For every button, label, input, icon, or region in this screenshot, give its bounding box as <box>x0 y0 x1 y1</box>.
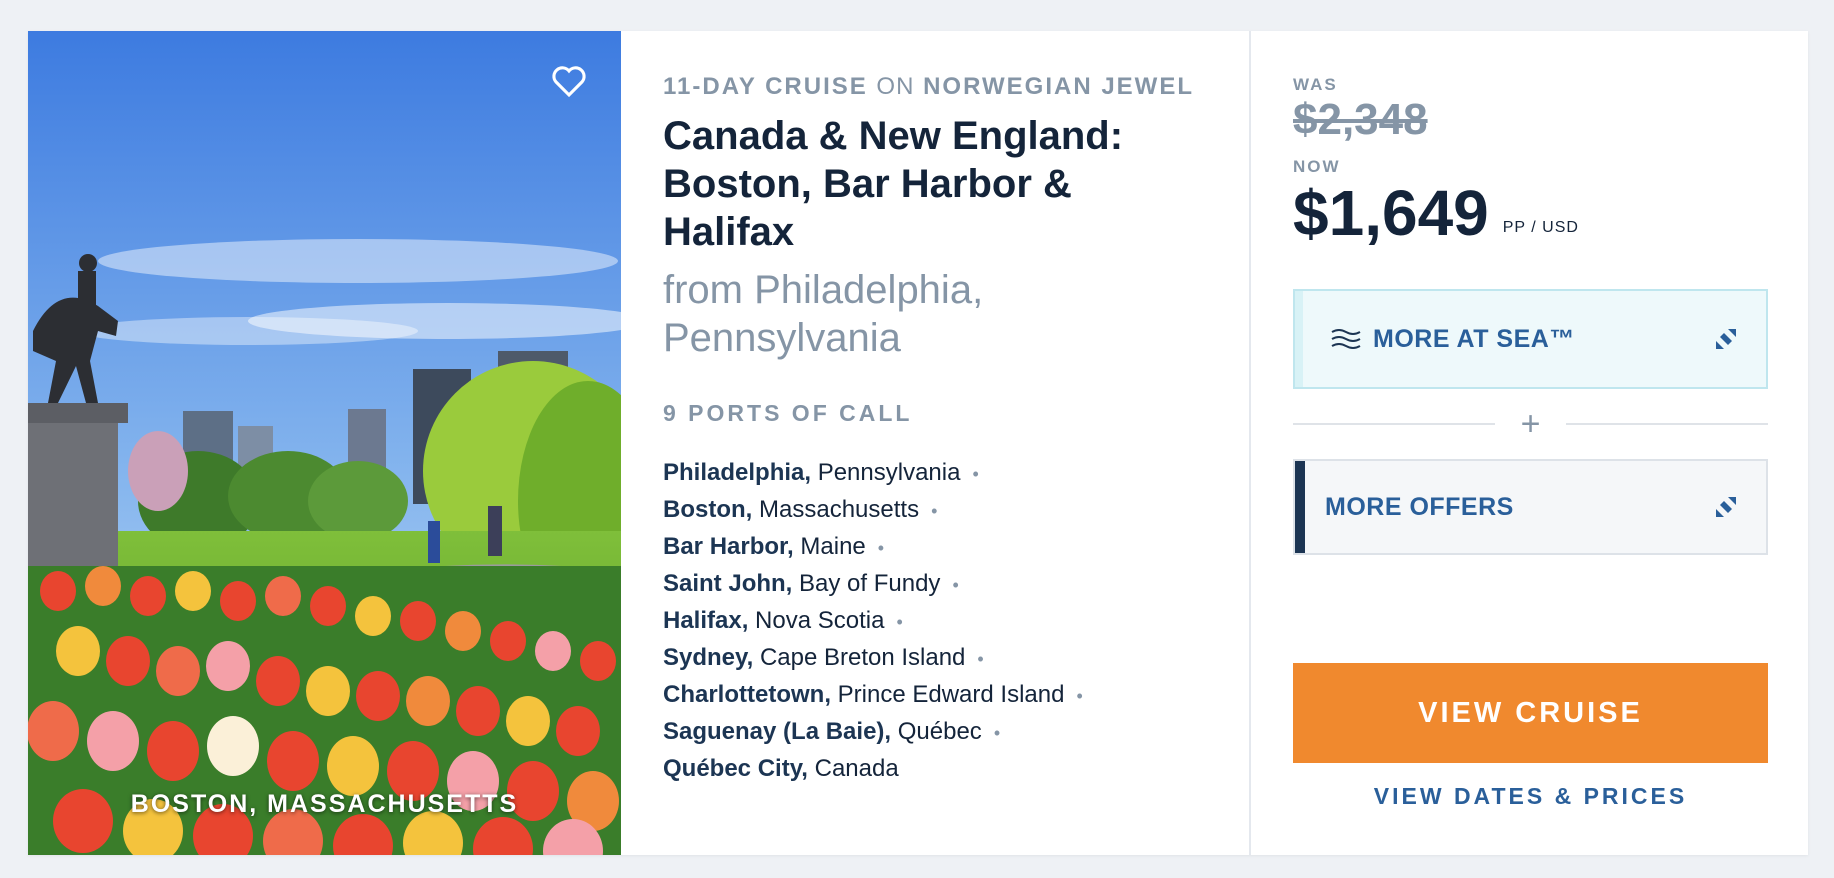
now-label: NOW <box>1293 157 1341 176</box>
cruise-card: BOSTON, MASSACHUSETTS 11-DAY CRUISE ON N… <box>28 31 1808 855</box>
port-separator: • <box>931 501 938 521</box>
cruise-eyebrow: 11-DAY CRUISE ON NORWEGIAN JEWEL <box>663 71 1249 103</box>
port-item: Bar Harbor, Maine • <box>663 529 1249 566</box>
port-city: Saguenay (La Baie), <box>663 718 892 745</box>
price-unit: PP / USD <box>1502 219 1579 236</box>
port-region: Nova Scotia <box>755 607 885 634</box>
port-separator: • <box>877 538 885 558</box>
expand-icon[interactable] <box>1716 329 1736 349</box>
more-at-sea-offer[interactable]: MORE AT SEA™ <box>1293 289 1768 389</box>
port-city: Philadelphia, <box>663 459 812 486</box>
port-city: Halifax, <box>663 607 749 634</box>
port-region: Cape Breton Island <box>759 644 966 671</box>
port-city: Boston, <box>663 496 753 523</box>
offers-divider: + <box>1293 405 1769 443</box>
view-cruise-button[interactable]: VIEW CRUISE <box>1293 663 1768 763</box>
port-item: Philadelphia, Pennsylvania • <box>663 455 1249 492</box>
port-separator: • <box>896 612 903 632</box>
expand-icon[interactable] <box>1716 497 1736 517</box>
ship-name: NORWEGIAN JEWEL <box>923 73 1194 100</box>
port-item: Halifax, Nova Scotia • <box>663 603 1249 640</box>
port-separator: • <box>1076 686 1083 706</box>
port-region: Prince Edward Island <box>837 681 1065 708</box>
port-item: Charlottetown, Prince Edward Island • <box>663 677 1249 714</box>
port-separator: • <box>993 723 1001 743</box>
port-region: Pennsylvania <box>817 459 961 486</box>
departure-port: from Philadelphia, Pennsylvania <box>663 268 984 360</box>
port-region: Maine <box>800 533 866 560</box>
port-separator: • <box>952 575 959 595</box>
offer-accent <box>1295 461 1305 553</box>
divider-line <box>1293 423 1495 425</box>
now-price: $1,649 <box>1293 177 1489 249</box>
port-city: Sydney, <box>663 644 754 671</box>
waves-icon <box>1331 329 1361 349</box>
destination-photo[interactable]: BOSTON, MASSACHUSETTS <box>28 31 621 855</box>
ship-connector: ON <box>876 73 915 100</box>
port-item: Boston, Massachusetts • <box>663 492 1249 529</box>
port-city: Québec City, <box>663 755 808 782</box>
pricing-panel: WAS $2,348 NOW $1,649 PP / USD MORE AT S… <box>1251 31 1808 855</box>
port-region: Canada <box>814 755 899 782</box>
cruise-duration: 11-DAY CRUISE <box>663 73 868 100</box>
view-dates-prices-link[interactable]: VIEW DATES & PRICES <box>1293 783 1768 810</box>
port-city: Saint John, <box>663 570 793 597</box>
port-region: Massachusetts <box>759 496 920 523</box>
more-offers-label: MORE OFFERS <box>1325 492 1514 521</box>
port-region: Bay of Fundy <box>799 570 941 597</box>
port-item: Sydney, Cape Breton Island • <box>663 640 1249 677</box>
ports-heading: 9 PORTS OF CALL <box>663 400 913 426</box>
was-label: WAS <box>1293 75 1338 94</box>
plus-icon: + <box>1520 405 1541 443</box>
boston-garden-image <box>28 31 621 855</box>
port-city: Charlottetown, <box>663 681 831 708</box>
photo-caption: BOSTON, MASSACHUSETTS <box>130 790 519 818</box>
port-item: Saguenay (La Baie), Québec • <box>663 714 1249 751</box>
divider-line <box>1566 423 1769 425</box>
port-separator: • <box>972 464 979 484</box>
port-region: Québec <box>897 718 982 745</box>
port-item: Québec City, Canada <box>663 751 1249 788</box>
ports-list: Philadelphia, Pennsylvania • Boston, Mass… <box>663 455 1249 788</box>
port-item: Saint John, Bay of Fundy • <box>663 566 1249 603</box>
port-separator: • <box>977 649 984 669</box>
was-price: $2,348 <box>1293 95 1428 144</box>
more-offers[interactable]: MORE OFFERS <box>1293 459 1768 555</box>
more-at-sea-label: MORE AT SEA™ <box>1373 324 1575 353</box>
port-city: Bar Harbor, <box>663 533 794 560</box>
offer-accent <box>1295 291 1303 387</box>
now-price-row: $1,649 PP / USD <box>1293 181 1768 245</box>
cruise-info: 11-DAY CRUISE ON NORWEGIAN JEWEL Canada … <box>621 31 1251 855</box>
favorite-heart-icon[interactable] <box>547 59 591 103</box>
cruise-title[interactable]: Canada & New England: Boston, Bar Harbor… <box>663 112 1183 256</box>
